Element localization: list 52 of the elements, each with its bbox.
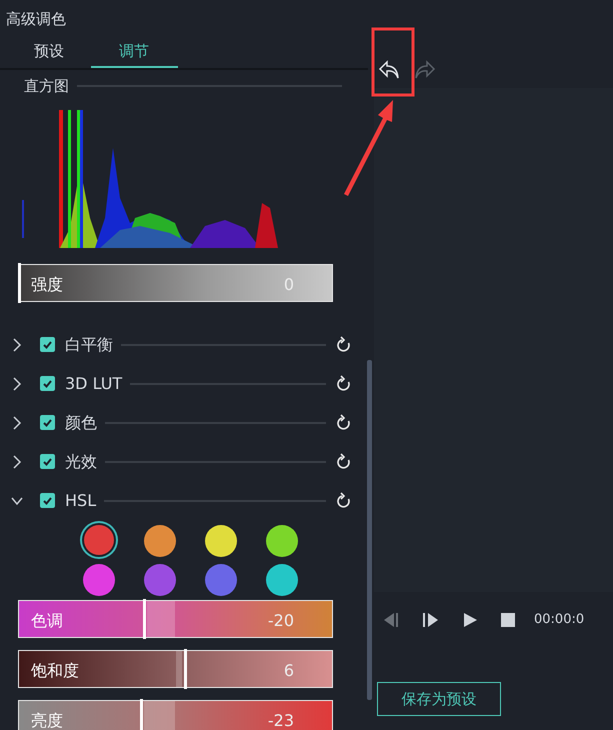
color-swatch[interactable]: [266, 525, 298, 557]
undo-icon[interactable]: [378, 59, 400, 81]
checkbox[interactable]: [40, 337, 55, 352]
saturation-slider[interactable]: 饱和度 6: [18, 650, 333, 688]
section-label: HSL: [65, 490, 96, 512]
next-frame-icon[interactable]: [422, 612, 440, 628]
color-swatch[interactable]: [82, 564, 114, 596]
slider-value: -20: [268, 610, 294, 632]
slider-label: 饱和度: [31, 660, 79, 682]
stop-icon[interactable]: [500, 612, 516, 628]
scrollbar[interactable]: [367, 360, 372, 700]
slider-highlight: [176, 651, 182, 687]
tab[interactable]: 调节: [90, 40, 178, 68]
hue-slider[interactable]: 色调 -20: [18, 600, 333, 638]
reset-icon[interactable]: [336, 336, 352, 354]
color-swatch[interactable]: [84, 525, 114, 555]
section-label: 白平衡: [65, 334, 113, 356]
color-swatch[interactable]: [144, 564, 176, 596]
checkbox[interactable]: [40, 415, 55, 430]
section-heading: 直方图: [24, 76, 69, 97]
reset-icon[interactable]: [336, 492, 352, 510]
slider-thumb[interactable]: [184, 649, 187, 689]
play-icon[interactable]: [462, 612, 478, 628]
checkbox[interactable]: [40, 493, 55, 508]
slider-label: 色调: [31, 610, 63, 632]
color-swatch[interactable]: [144, 525, 176, 557]
slider-label: 亮度: [31, 710, 63, 730]
color-swatch[interactable]: [204, 525, 236, 557]
slider-thumb[interactable]: [140, 699, 144, 730]
previous-frame-icon[interactable]: [382, 612, 400, 628]
checkbox[interactable]: [40, 454, 55, 469]
section-label: 光效: [65, 450, 97, 472]
luminance-slider[interactable]: 亮度 -23: [18, 700, 333, 730]
panel-title: 高级调色: [5, 9, 67, 30]
reset-icon[interactable]: [336, 374, 352, 392]
tab[interactable]: 预设: [8, 40, 90, 68]
reset-icon[interactable]: [336, 452, 352, 470]
slider-thumb[interactable]: [18, 263, 21, 303]
section-label: 3D LUT: [65, 372, 122, 394]
save-preset-button[interactable]: 保存为预设: [377, 682, 501, 716]
color-swatch[interactable]: [266, 564, 298, 596]
slider-label: 强度: [31, 274, 63, 296]
slider-thumb[interactable]: [143, 599, 146, 639]
timecode: 00:00:0: [534, 611, 584, 630]
section-label: 颜色: [65, 412, 97, 434]
checkbox[interactable]: [40, 376, 55, 391]
slider-highlight: [144, 701, 176, 730]
slider-value: -23: [268, 710, 294, 730]
color-swatch[interactable]: [204, 564, 236, 596]
reset-icon[interactable]: [336, 414, 352, 432]
slider-value: 6: [284, 660, 294, 682]
slider-highlight: [147, 601, 176, 637]
